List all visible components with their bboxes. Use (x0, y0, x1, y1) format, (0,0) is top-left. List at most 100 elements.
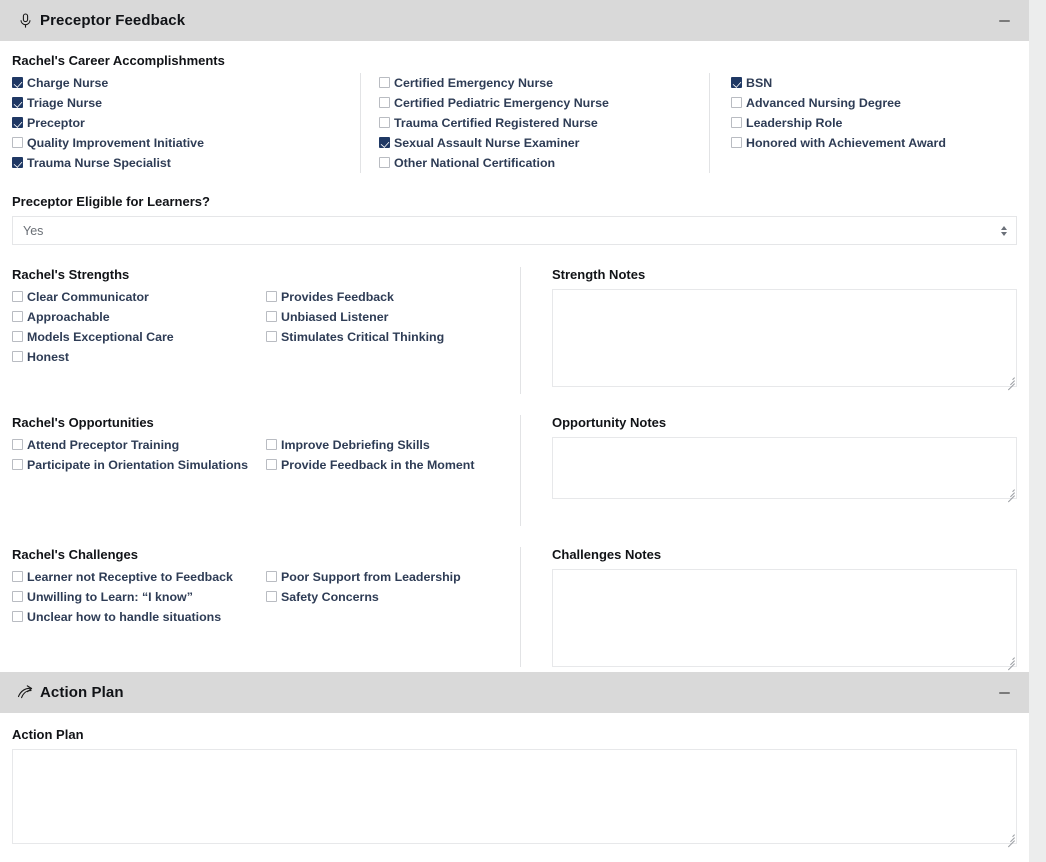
preceptor-eligible-select[interactable]: Yes (12, 216, 1017, 245)
opportunity-notes-input[interactable] (552, 437, 1017, 499)
checkbox-row[interactable]: Poor Support from Leadership (266, 567, 498, 587)
checkbox-unchecked-icon[interactable] (12, 351, 23, 362)
checkbox-label: Unclear how to handle situations (27, 610, 222, 624)
checkbox-row[interactable]: Other National Certification (379, 153, 702, 173)
microphone-icon (16, 12, 34, 30)
checkbox-row[interactable]: Provide Feedback in the Moment (266, 455, 498, 475)
checkbox-checked-icon[interactable] (12, 117, 23, 128)
checkbox-unchecked-icon[interactable] (12, 439, 23, 450)
action-plan-input[interactable] (12, 749, 1017, 844)
checkbox-label: Unwilling to Learn: “I know” (27, 590, 193, 604)
checkbox-row[interactable]: Unclear how to handle situations (12, 607, 258, 627)
checkbox-unchecked-icon[interactable] (266, 571, 277, 582)
checkbox-row[interactable]: Unbiased Listener (266, 307, 498, 327)
checkbox-unchecked-icon[interactable] (12, 137, 23, 148)
checkbox-unchecked-icon[interactable] (12, 571, 23, 582)
checkbox-label: Participate in Orientation Simulations (27, 458, 249, 472)
opportunities-block: Rachel's Opportunities Attend Preceptor … (12, 394, 1017, 526)
checkbox-label: Certified Pediatric Emergency Nurse (394, 96, 609, 110)
checkbox-unchecked-icon[interactable] (266, 311, 277, 322)
checkbox-row[interactable]: Preceptor (12, 113, 353, 133)
checkbox-row[interactable]: Models Exceptional Care (12, 327, 258, 347)
checkbox-row[interactable]: Clear Communicator (12, 287, 258, 307)
checkbox-row[interactable]: Trauma Nurse Specialist (12, 153, 353, 173)
checkbox-unchecked-icon[interactable] (731, 97, 742, 108)
checkbox-row[interactable]: Approachable (12, 307, 258, 327)
checkbox-row[interactable]: Safety Concerns (266, 587, 498, 607)
checkbox-unchecked-icon[interactable] (731, 117, 742, 128)
checkbox-row[interactable]: Stimulates Critical Thinking (266, 327, 498, 347)
checkbox-unchecked-icon[interactable] (266, 591, 277, 602)
preceptor-feedback-header[interactable]: Preceptor Feedback (0, 0, 1029, 41)
checkbox-unchecked-icon[interactable] (379, 77, 390, 88)
collapse-action-plan-button[interactable] (993, 682, 1015, 704)
checkbox-unchecked-icon[interactable] (266, 331, 277, 342)
checkbox-row[interactable]: Sexual Assault Nurse Examiner (379, 133, 702, 153)
preceptor-eligible-field: Preceptor Eligible for Learners? Yes (12, 173, 1017, 245)
minus-icon (998, 19, 1010, 22)
checkbox-row[interactable]: Quality Improvement Initiative (12, 133, 353, 153)
checkbox-row[interactable]: Unwilling to Learn: “I know” (12, 587, 258, 607)
checkbox-row[interactable]: Provides Feedback (266, 287, 498, 307)
checkbox-row[interactable]: Trauma Certified Registered Nurse (379, 113, 702, 133)
checkbox-unchecked-icon[interactable] (379, 97, 390, 108)
checkbox-label: Unbiased Listener (281, 310, 389, 324)
checkbox-label: Attend Preceptor Training (27, 438, 180, 452)
strength-notes-input[interactable] (552, 289, 1017, 387)
checkbox-unchecked-icon[interactable] (266, 439, 277, 450)
checkbox-label: BSN (746, 76, 773, 90)
strengths-label: Rachel's Strengths (12, 267, 130, 282)
challenges-notes-input[interactable] (552, 569, 1017, 667)
opportunities-label: Rachel's Opportunities (12, 415, 154, 430)
challenges-notes-area: Challenges Notes (521, 547, 1017, 671)
checkbox-unchecked-icon[interactable] (266, 459, 277, 470)
checkbox-unchecked-icon[interactable] (12, 331, 23, 342)
checkbox-label: Triage Nurse (27, 96, 103, 110)
challenges-column-2: Poor Support from Leadership Safety Conce… (266, 567, 506, 627)
checkbox-row[interactable]: Honored with Achievement Award (731, 133, 1009, 153)
challenges-column-1: Learner not Receptive to Feedback Unwilli… (12, 567, 266, 627)
checkbox-row[interactable]: BSN (731, 73, 1009, 93)
opportunities-column-1: Attend Preceptor Training Participate in … (12, 435, 266, 475)
checkbox-row[interactable]: Advanced Nursing Degree (731, 93, 1009, 113)
checkbox-unchecked-icon[interactable] (12, 291, 23, 302)
checkbox-unchecked-icon[interactable] (12, 311, 23, 322)
minus-icon (998, 691, 1010, 694)
checkbox-unchecked-icon[interactable] (379, 117, 390, 128)
checkbox-label: Safety Concerns (281, 590, 379, 604)
checkbox-row[interactable]: Improve Debriefing Skills (266, 435, 498, 455)
checkbox-checked-icon[interactable] (12, 77, 23, 88)
checkbox-unchecked-icon[interactable] (12, 459, 23, 470)
checkbox-row[interactable]: Triage Nurse (12, 93, 353, 113)
checkbox-label: Honored with Achievement Award (746, 136, 946, 150)
checkbox-checked-icon[interactable] (379, 137, 390, 148)
checkbox-unchecked-icon[interactable] (12, 591, 23, 602)
checkbox-label: Models Exceptional Care (27, 330, 174, 344)
checkbox-row[interactable]: Honest (12, 347, 258, 367)
checkbox-row[interactable]: Participate in Orientation Simulations (12, 455, 258, 475)
collapse-preceptor-feedback-button[interactable] (993, 10, 1015, 32)
checkbox-row[interactable]: Leadership Role (731, 113, 1009, 133)
checkbox-label: Trauma Certified Registered Nurse (394, 116, 598, 130)
checkbox-unchecked-icon[interactable] (266, 291, 277, 302)
checkbox-row[interactable]: Certified Pediatric Emergency Nurse (379, 93, 702, 113)
action-plan-header[interactable]: Action Plan (0, 672, 1029, 713)
checkbox-unchecked-icon[interactable] (379, 157, 390, 168)
preceptor-feedback-body: Rachel's Career Accomplishments Charge N… (0, 41, 1029, 671)
checkbox-unchecked-icon[interactable] (12, 611, 23, 622)
checkbox-checked-icon[interactable] (12, 97, 23, 108)
accomplishments-column-2: Certified Emergency Nurse Certified Pedia… (361, 73, 710, 173)
accomplishments-column-1: Charge Nurse Triage Nurse Preceptor Quality… (12, 73, 361, 173)
checkbox-label: Clear Communicator (27, 290, 149, 304)
checkbox-row[interactable]: Learner not Receptive to Feedback (12, 567, 258, 587)
checkbox-row[interactable]: Certified Emergency Nurse (379, 73, 702, 93)
accomplishments-column-3: BSN Advanced Nursing Degree Leadership Rol… (710, 73, 1017, 173)
strength-notes-label: Strength Notes (552, 267, 646, 282)
checkbox-row[interactable]: Attend Preceptor Training (12, 435, 258, 455)
checkbox-unchecked-icon[interactable] (731, 137, 742, 148)
checkbox-checked-icon[interactable] (12, 157, 23, 168)
checkbox-checked-icon[interactable] (731, 77, 742, 88)
action-plan-field-label: Action Plan (12, 727, 84, 742)
challenges-block: Rachel's Challenges Learner not Receptiv… (12, 526, 1017, 671)
checkbox-row[interactable]: Charge Nurse (12, 73, 353, 93)
